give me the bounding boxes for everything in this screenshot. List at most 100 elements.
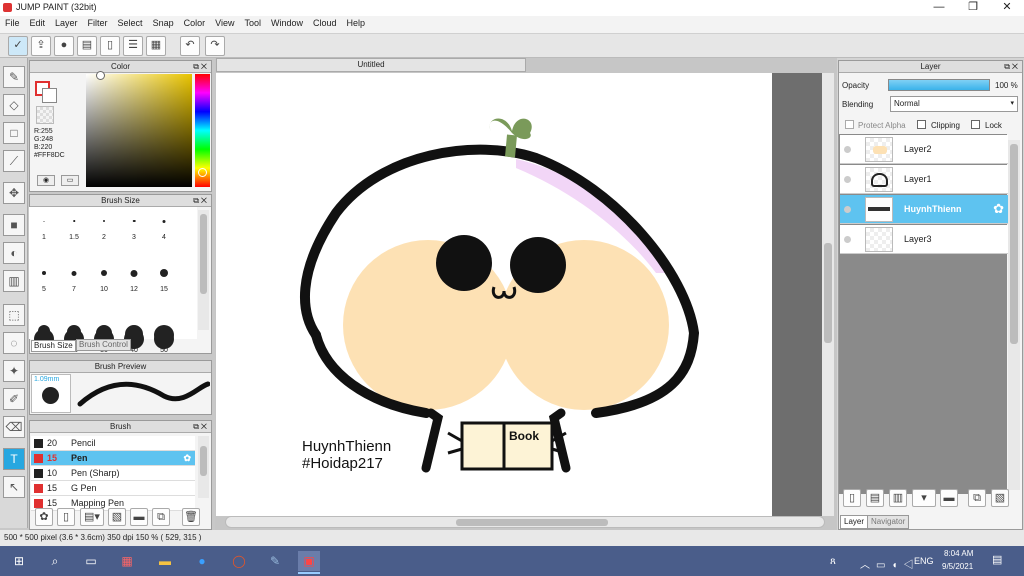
merge-layer-icon[interactable]: ▧ [991,489,1009,507]
brush-item[interactable]: 15 G Pen [31,481,195,496]
visibility-icon[interactable] [844,176,851,183]
brush-menu-icon[interactable]: ▤▾ [80,508,104,526]
visibility-icon[interactable] [844,206,851,213]
lock-checkbox[interactable] [971,120,980,129]
brush-settings-icon[interactable]: ✿ [183,451,191,465]
menu-filter[interactable]: Filter [83,16,113,30]
select-rect-tool-icon[interactable]: ⬚ [3,304,25,326]
menu-snap[interactable]: Snap [148,16,179,30]
shape-tool-icon[interactable]: □ [3,122,25,144]
menu-cloud[interactable]: Cloud [308,16,342,30]
tab-brush-size[interactable]: Brush Size [31,340,76,352]
clock-time[interactable]: 8:04 AM [944,549,973,558]
panel-buttons-icon[interactable]: ⧉✕ [193,196,209,205]
layer-folder-icon[interactable]: ▬ [940,489,958,507]
menu-file[interactable]: File [0,16,25,30]
brush-size-option[interactable]: 12 [119,259,149,309]
page-icon[interactable]: ▯ [100,36,120,56]
pen-app-icon[interactable]: ✎ [264,551,286,571]
jump-paint-taskbar-icon[interactable]: ▣ [298,551,320,571]
notification-icon[interactable]: ▤ [992,553,1002,566]
bucket-tool-icon[interactable]: ◐ [3,242,25,264]
magic-wand-tool-icon[interactable]: ✦ [3,360,25,382]
blending-select[interactable]: Normal ▾ [890,96,1018,112]
brush-size-option[interactable]: 1 [29,207,59,257]
tray-icons[interactable]: ︿▭◖◁ [860,556,920,571]
select-pen-tool-icon[interactable]: ✐ [3,388,25,410]
gradient-tool-icon[interactable]: ▥ [3,270,25,292]
opera-icon[interactable]: ◯ [228,551,250,571]
brush-size-option[interactable]: 1.5 [59,207,89,257]
menu-color[interactable]: Color [179,16,211,30]
layer-menu-icon[interactable]: ▾ [912,489,936,507]
hue-cursor[interactable] [198,168,207,177]
tab-brush-control[interactable]: Brush Control [76,339,131,351]
file-explorer-icon[interactable]: ▬ [154,551,176,571]
layer-row-layer1[interactable]: Layer1 [840,165,1008,194]
brush-size-option[interactable]: 7 [59,259,89,309]
new-brush-icon[interactable]: ▯ [57,508,75,526]
maximize-icon[interactable]: ❐ [956,0,990,16]
app-grid-icon[interactable]: ▦ [116,551,138,571]
language-indicator[interactable]: ENG [914,556,934,566]
brush-duplicate-icon[interactable]: ⧉ [152,508,170,526]
color-mode-button[interactable]: ◉ [37,175,55,186]
brush-size-option[interactable]: 10 [89,259,119,309]
clipping-checkbox[interactable] [917,120,926,129]
brush-list-scrollbar[interactable] [198,436,209,498]
saturation-value-picker[interactable] [86,74,192,187]
minimize-icon[interactable]: — [922,0,956,16]
tab-layer[interactable]: Layer [840,515,869,529]
tab-untitled[interactable]: Untitled [216,58,526,72]
text-tool-icon[interactable]: T [3,448,25,470]
brush-copy-icon[interactable]: ▧ [108,508,126,526]
windows-start-icon[interactable]: ⊞ [8,551,30,571]
fill-rect-tool-icon[interactable]: ■ [3,214,25,236]
color-picker-button[interactable]: ▭ [61,175,79,186]
brush-size-option[interactable]: 2 [89,207,119,257]
list-icon[interactable]: ☰ [123,36,143,56]
visibility-icon[interactable] [844,236,851,243]
brush-size-scrollbar[interactable] [198,210,209,330]
menu-edit[interactable]: Edit [25,16,51,30]
message-icon[interactable]: ▤ [77,36,97,56]
visibility-icon[interactable] [844,146,851,153]
sv-cursor[interactable] [96,71,105,80]
layer-scrollbar[interactable] [1008,140,1020,490]
brush-delete-icon[interactable]: 🗑 [182,508,200,526]
new-layer-icon[interactable]: ▯ [843,489,861,507]
transparent-color-swatch[interactable] [36,106,54,124]
share-icon[interactable]: ⇪ [31,36,51,56]
redo-icon[interactable]: ↷ [205,36,225,56]
menu-layer[interactable]: Layer [50,16,83,30]
zalo-icon[interactable]: ● [191,551,213,571]
panel-buttons-icon[interactable]: ⧉✕ [1004,62,1020,71]
new-layer-1bit-icon[interactable]: ▥ [889,489,907,507]
brush-item[interactable]: 20 Pencil [31,436,195,451]
opacity-slider[interactable] [888,79,990,91]
brush-size-option[interactable]: 5 [29,259,59,309]
brush-tool-icon[interactable]: ✎ [3,66,25,88]
layer-settings-icon[interactable]: ✿ [993,201,1004,217]
operation-tool-icon[interactable]: ↖ [3,476,25,498]
brush-folder-icon[interactable]: ▬ [130,508,148,526]
brush-size-option[interactable]: 4 [149,207,179,257]
layer-row-layer2[interactable]: Layer2 [840,135,1008,164]
clock-date[interactable]: 9/5/2021 [942,562,973,571]
brush-item[interactable]: 10 Pen (Sharp) [31,466,195,481]
panel-buttons-icon[interactable]: ⧉✕ [193,422,209,431]
menu-tool[interactable]: Tool [239,16,266,30]
select-eraser-tool-icon[interactable]: ⌫ [3,416,25,438]
task-view-icon[interactable]: ▭ [80,551,102,571]
menu-window[interactable]: Window [266,16,308,30]
line-tool-icon[interactable]: ⟋ [3,150,25,172]
canvas-vscrollbar[interactable] [822,73,834,516]
brush-gear-icon[interactable]: ✿ [35,508,53,526]
layer-row-huynhthienn[interactable]: HuynhThienn ✿ [840,195,1008,224]
comment-icon[interactable]: ● [54,36,74,56]
people-icon[interactable]: ጸ [830,556,836,567]
lasso-tool-icon[interactable]: ◌ [3,332,25,354]
layer-row-layer3[interactable]: Layer3 [840,225,1008,254]
canvas-hscrollbar[interactable] [225,516,825,528]
menu-select[interactable]: Select [113,16,148,30]
